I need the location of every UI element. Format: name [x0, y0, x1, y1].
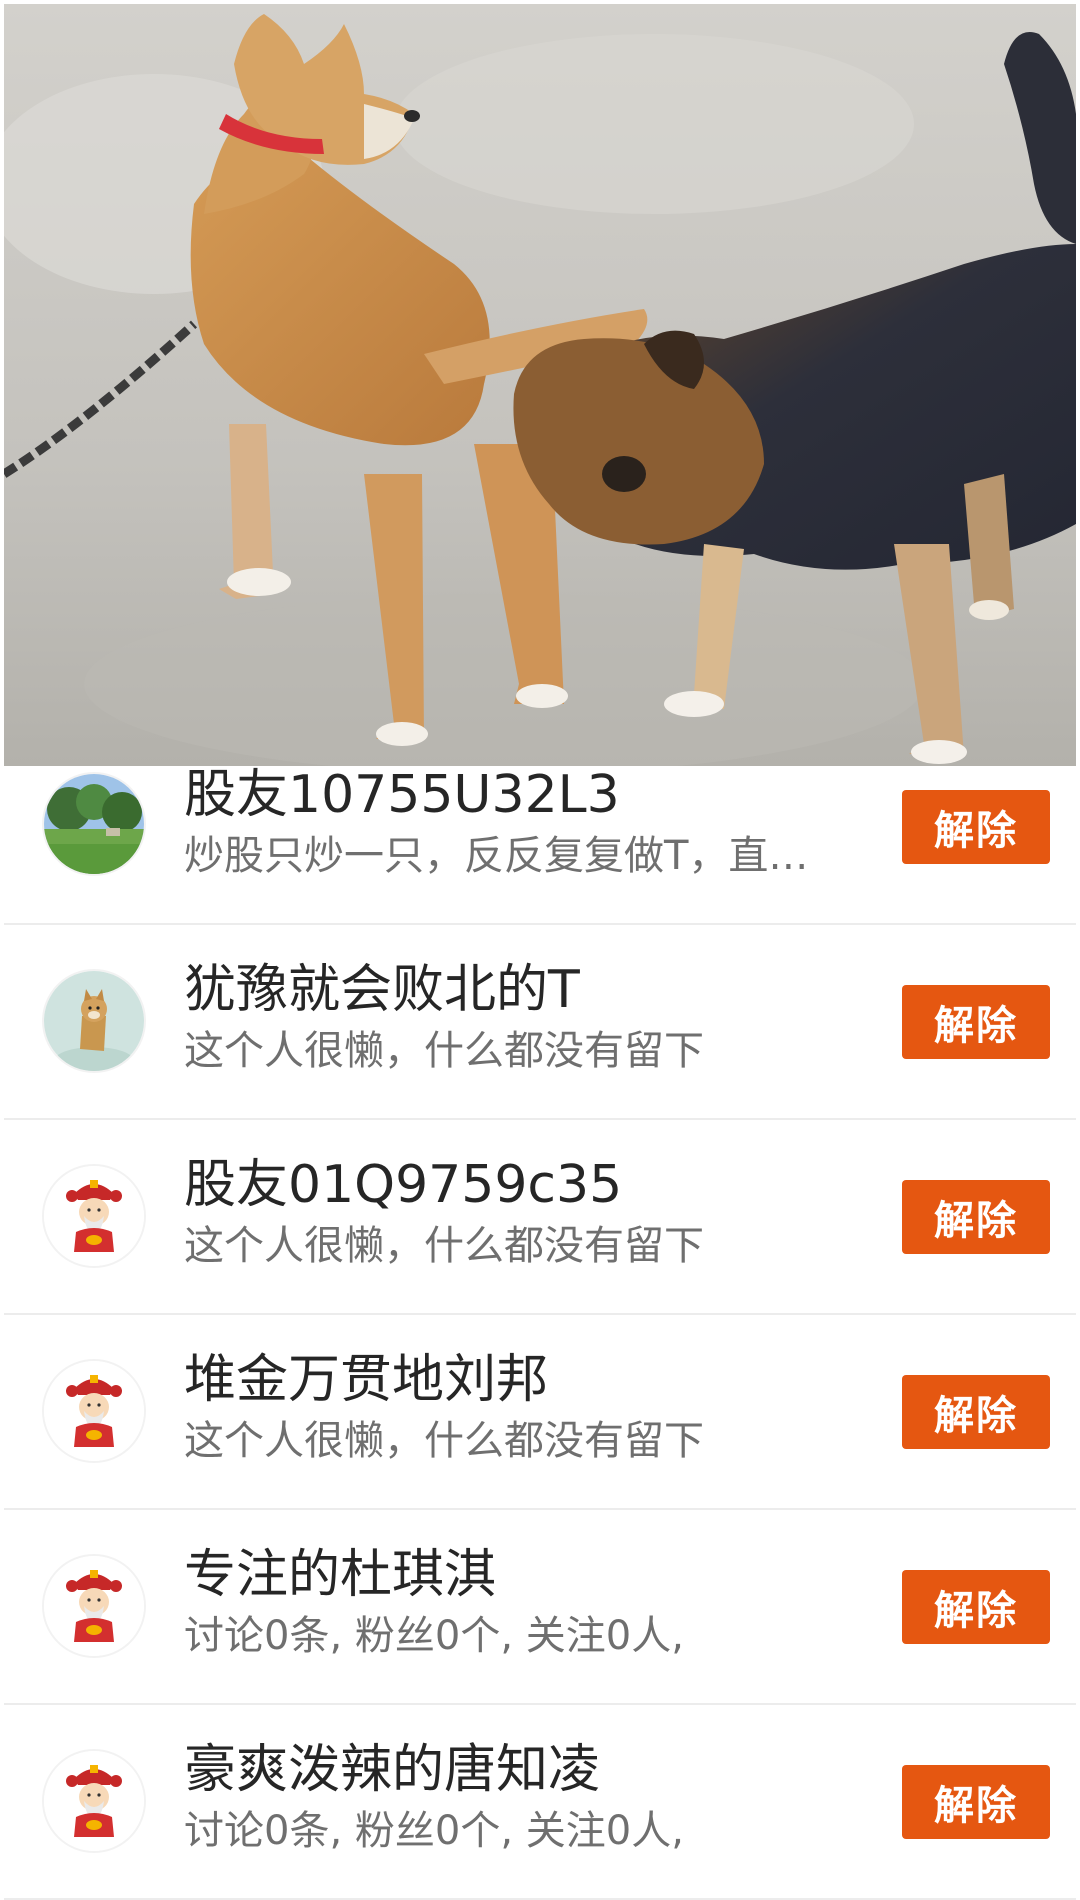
list-item: 豪爽泼辣的唐知凌 讨论0条, 粉丝0个, 关注0人, 解除: [4, 1705, 1076, 1900]
blocked-user-list: 股友10755U32L3 炒股只炒一只，反反复复做T，直… 解除 犹豫就会败北的…: [0, 765, 1080, 1900]
list-item: 专注的杜琪淇 讨论0条, 粉丝0个, 关注0人, 解除: [4, 1510, 1076, 1705]
avatar[interactable]: [42, 1359, 146, 1463]
unblock-button[interactable]: 解除: [902, 1375, 1050, 1449]
avatar[interactable]: [42, 1164, 146, 1268]
landscape-photo-avatar-icon: [44, 774, 144, 874]
user-name[interactable]: 犹豫就会败北的T: [184, 957, 884, 1023]
user-name[interactable]: 股友10755U32L3: [184, 762, 884, 828]
shiba-dog-avatar-icon: [44, 971, 144, 1071]
avatar[interactable]: [42, 969, 146, 1073]
fortune-god-avatar-icon: [44, 1361, 144, 1461]
unblock-button[interactable]: 解除: [902, 985, 1050, 1059]
avatar[interactable]: [42, 1554, 146, 1658]
hero-photo: [4, 4, 1076, 766]
unblock-button[interactable]: 解除: [902, 1180, 1050, 1254]
unblock-button[interactable]: 解除: [902, 790, 1050, 864]
avatar[interactable]: [42, 1749, 146, 1853]
avatar[interactable]: [42, 772, 146, 876]
list-item: 股友10755U32L3 炒股只炒一只，反反复复做T，直… 解除: [4, 765, 1076, 925]
fortune-god-avatar-icon: [44, 1166, 144, 1266]
user-name[interactable]: 专注的杜琪淇: [184, 1542, 884, 1608]
fortune-god-avatar-icon: [44, 1556, 144, 1656]
list-item: 股友01Q9759c35 这个人很懒，什么都没有留下 解除: [4, 1120, 1076, 1315]
list-item: 堆金万贯地刘邦 这个人很懒，什么都没有留下 解除: [4, 1315, 1076, 1510]
user-description: 这个人很懒，什么都没有留下: [184, 1223, 704, 1269]
unblock-button[interactable]: 解除: [902, 1570, 1050, 1644]
list-item: 犹豫就会败北的T 这个人很懒，什么都没有留下 解除: [4, 925, 1076, 1120]
user-name[interactable]: 堆金万贯地刘邦: [184, 1347, 884, 1413]
user-name[interactable]: 豪爽泼辣的唐知凌: [184, 1737, 884, 1803]
user-description: 炒股只炒一只，反反复复做T，直…: [184, 833, 809, 879]
user-description: 这个人很懒，什么都没有留下: [184, 1028, 704, 1074]
fortune-god-avatar-icon: [44, 1751, 144, 1851]
user-description: 这个人很懒，什么都没有留下: [184, 1418, 704, 1464]
user-name[interactable]: 股友01Q9759c35: [184, 1152, 884, 1218]
user-description: 讨论0条, 粉丝0个, 关注0人,: [184, 1613, 684, 1659]
unblock-button[interactable]: 解除: [902, 1765, 1050, 1839]
two-dogs-photo-icon: [4, 4, 1076, 766]
user-description: 讨论0条, 粉丝0个, 关注0人,: [184, 1808, 684, 1854]
